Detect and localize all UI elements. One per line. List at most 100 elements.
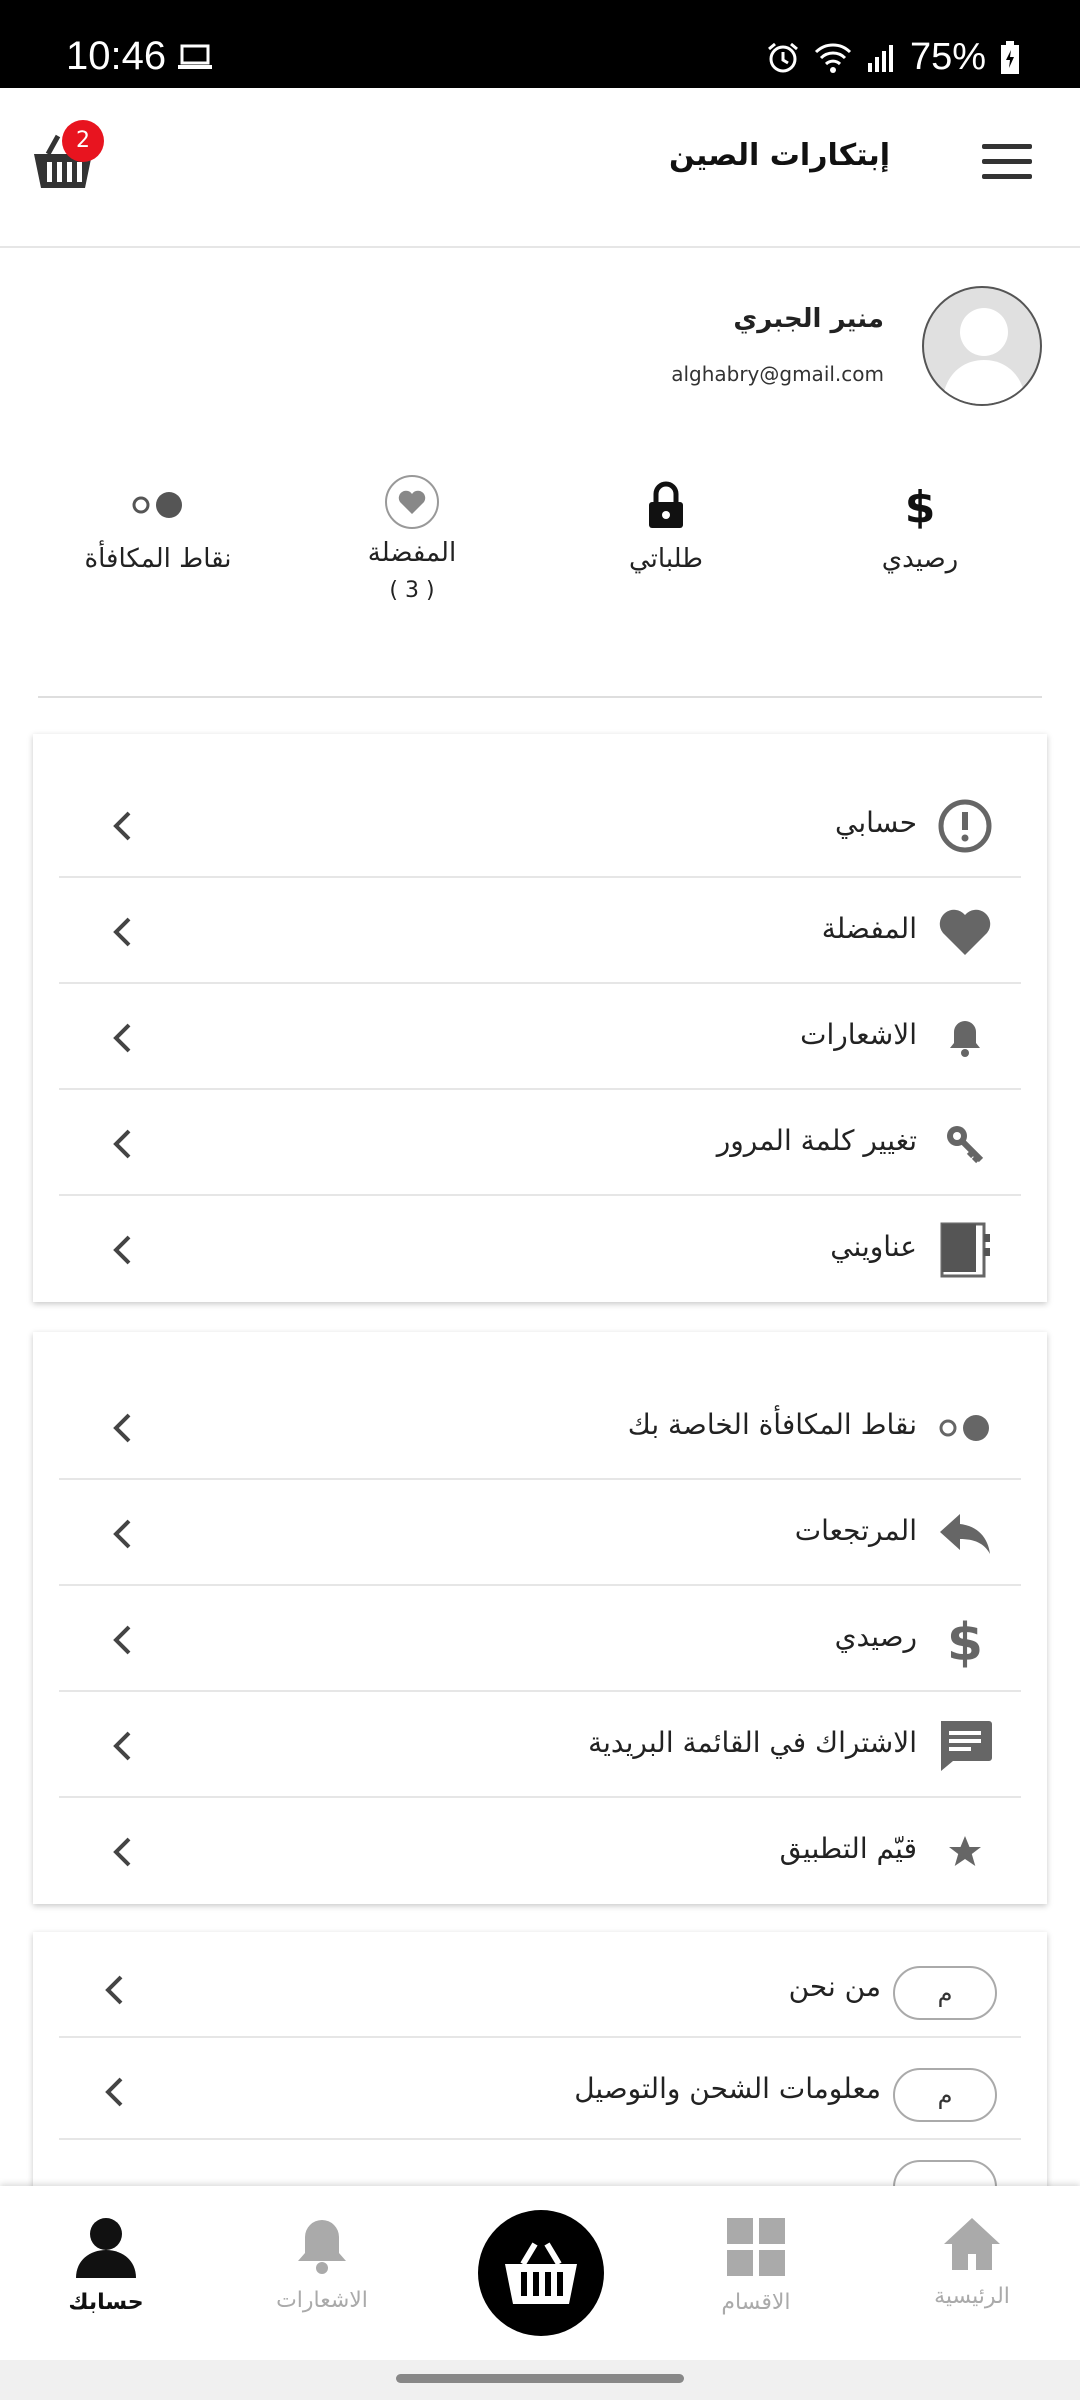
- page-pill: م: [893, 2068, 997, 2122]
- chevron-left-icon: [113, 1837, 131, 1867]
- address-book-icon: [940, 1222, 990, 1278]
- pages-menu-card: م من نحن م معلومات الشحن والتوصيل: [33, 1932, 1047, 2192]
- profile-email: alghabry@gmail.com: [671, 362, 884, 386]
- home-icon: [944, 2218, 1000, 2270]
- cart-count-badge: 2: [62, 120, 104, 162]
- stat-label: المفضلة: [367, 538, 457, 568]
- stat-points[interactable]: نقاط المكافأة: [48, 470, 268, 574]
- status-time: 10:46: [66, 34, 167, 78]
- extra-menu-card: نقاط المكافأة الخاصة بك المرتجعات $ رصيد…: [33, 1332, 1047, 1904]
- menu-item-label: الاشتراك في القائمة البريدية: [588, 1726, 917, 1759]
- menu-item-favorites[interactable]: المفضلة: [59, 878, 1021, 984]
- heart-icon: [939, 909, 991, 955]
- avatar[interactable]: [922, 286, 1042, 406]
- points-icon: [939, 1415, 989, 1441]
- menu-item-label: تغيير كلمة المرور: [716, 1124, 917, 1157]
- page-pill: م: [893, 1966, 997, 2020]
- dollar-icon: $: [948, 1613, 982, 1668]
- menu-icon[interactable]: [982, 144, 1032, 182]
- info-circle-icon: [938, 799, 992, 853]
- chevron-left-icon: [105, 2077, 123, 2107]
- chevron-left-icon: [113, 1731, 131, 1761]
- user-icon: [76, 2218, 136, 2278]
- stat-label: طلباتي: [629, 544, 703, 574]
- key-icon: [947, 1126, 984, 1164]
- wifi-icon: [814, 42, 851, 73]
- menu-item-my-account[interactable]: حسابي: [59, 772, 1021, 878]
- menu-item-shipping-info[interactable]: م معلومات الشحن والتوصيل: [59, 2038, 1021, 2140]
- menu-item-label: قيّم التطبيق: [779, 1832, 917, 1865]
- menu-item-reward-points[interactable]: نقاط المكافأة الخاصة بك: [59, 1374, 1021, 1480]
- menu-item-label: من نحن: [788, 1970, 881, 2003]
- svg-text:$: $: [905, 482, 936, 530]
- menu-item-label: معلومات الشحن والتوصيل: [574, 2072, 881, 2105]
- stat-label: رصيدي: [881, 544, 959, 574]
- message-icon: [941, 1721, 992, 1771]
- stat-orders[interactable]: طلباتي: [556, 470, 776, 574]
- nav-home[interactable]: الرئيسية: [892, 2216, 1052, 2309]
- bell-icon: [950, 1021, 980, 1057]
- chevron-left-icon: [105, 1975, 123, 2005]
- heart-circle-icon: [385, 475, 439, 529]
- nav-label: حسابك: [68, 2290, 144, 2315]
- menu-item-partial: [59, 2140, 1021, 2192]
- star-icon: [949, 1836, 981, 1866]
- chevron-left-icon: [113, 1413, 131, 1443]
- nav-notifications[interactable]: الاشعارات: [242, 2216, 402, 2313]
- nav-label: الاشعارات: [276, 2288, 368, 2313]
- stat-balance[interactable]: $ رصيدي: [810, 470, 1030, 574]
- nav-label: الرئيسية: [934, 2284, 1010, 2309]
- chevron-left-icon: [113, 1129, 131, 1159]
- laptop-icon: [178, 44, 212, 69]
- stat-label: نقاط المكافأة: [84, 544, 232, 574]
- battery-icon: [1001, 40, 1019, 74]
- divider: [38, 696, 1042, 698]
- chevron-left-icon: [113, 1519, 131, 1549]
- gesture-bar[interactable]: [0, 2360, 1080, 2400]
- menu-item-label: الاشعارات: [800, 1018, 917, 1051]
- menu-item-newsletter[interactable]: الاشتراك في القائمة البريدية: [59, 1692, 1021, 1798]
- menu-item-rate-app[interactable]: قيّم التطبيق: [59, 1798, 1021, 1904]
- chevron-left-icon: [113, 917, 131, 947]
- profile-name: منير الجبري: [733, 304, 884, 334]
- bottom-nav: الرئيسية الاقسام الاشعارات حسابك: [0, 2186, 1080, 2360]
- menu-item-label: المرتجعات: [794, 1514, 917, 1547]
- page-title: إبتكارات الصين: [668, 138, 890, 173]
- menu-item-label: حسابي: [835, 806, 917, 839]
- menu-item-change-password[interactable]: تغيير كلمة المرور: [59, 1090, 1021, 1196]
- alarm-icon: [767, 42, 798, 72]
- nav-label: الاقسام: [721, 2290, 791, 2315]
- menu-item-notifications[interactable]: الاشعارات: [59, 984, 1021, 1090]
- stat-count: ( 3 ): [389, 578, 435, 603]
- account-menu-card: حسابي المفضلة الاشعارات تغيير كلمة المرو…: [33, 734, 1047, 1302]
- menu-item-label: عناويني: [830, 1230, 917, 1263]
- menu-item-addresses[interactable]: عناويني: [59, 1196, 1021, 1302]
- points-icon: [132, 492, 182, 518]
- menu-item-label: المفضلة: [821, 912, 917, 945]
- menu-item-balance[interactable]: $ رصيدي: [59, 1586, 1021, 1692]
- chevron-left-icon: [113, 811, 131, 841]
- user-silhouette-icon: [942, 308, 1026, 404]
- dollar-icon: $: [905, 482, 936, 530]
- menu-item-returns[interactable]: المرتجعات: [59, 1480, 1021, 1586]
- nav-categories[interactable]: الاقسام: [676, 2216, 836, 2315]
- stat-favorites[interactable]: المفضلة ( 3 ): [302, 470, 522, 603]
- battery-percent: 75%: [909, 36, 986, 78]
- nav-cart-button[interactable]: [478, 2210, 604, 2336]
- nav-account[interactable]: حسابك: [26, 2216, 186, 2315]
- menu-item-label: نقاط المكافأة الخاصة بك: [627, 1408, 917, 1441]
- status-bar: 10:46 75%: [0, 0, 1080, 88]
- grid-icon: [727, 2218, 785, 2276]
- reply-icon: [940, 1514, 990, 1554]
- bell-icon: [298, 2220, 346, 2274]
- signal-icon: [867, 44, 893, 72]
- chevron-left-icon: [113, 1023, 131, 1053]
- menu-item-about-us[interactable]: م من نحن: [59, 1936, 1021, 2038]
- chevron-left-icon: [113, 1235, 131, 1265]
- basket-icon: [505, 2242, 577, 2304]
- svg-text:$: $: [948, 1613, 982, 1668]
- chevron-left-icon: [113, 1625, 131, 1655]
- lock-icon: [649, 481, 683, 528]
- app-header: إبتكارات الصين 2: [0, 88, 1080, 248]
- menu-item-label: رصيدي: [834, 1620, 917, 1653]
